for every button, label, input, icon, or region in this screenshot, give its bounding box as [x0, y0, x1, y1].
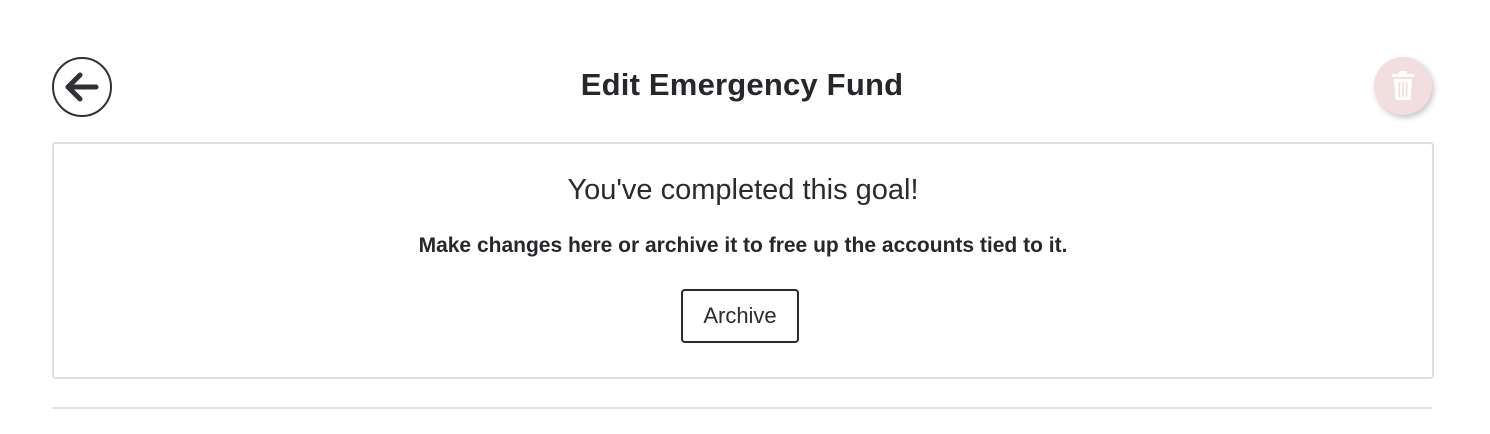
arrow-left-icon [65, 72, 99, 102]
trash-icon [1392, 71, 1414, 100]
delete-goal-button[interactable] [1374, 57, 1432, 115]
goal-completed-card: You've completed this goal! Make changes… [52, 142, 1434, 379]
page-title: Edit Emergency Fund [580, 67, 904, 102]
goal-completed-message: Make changes here or archive it to free … [418, 234, 1068, 257]
back-button[interactable] [52, 57, 112, 117]
goal-completed-heading: You've completed this goal! [567, 174, 919, 206]
section-divider [52, 407, 1432, 409]
page-header: Edit Emergency Fund [52, 57, 1432, 119]
archive-button[interactable]: Archive [681, 289, 799, 343]
